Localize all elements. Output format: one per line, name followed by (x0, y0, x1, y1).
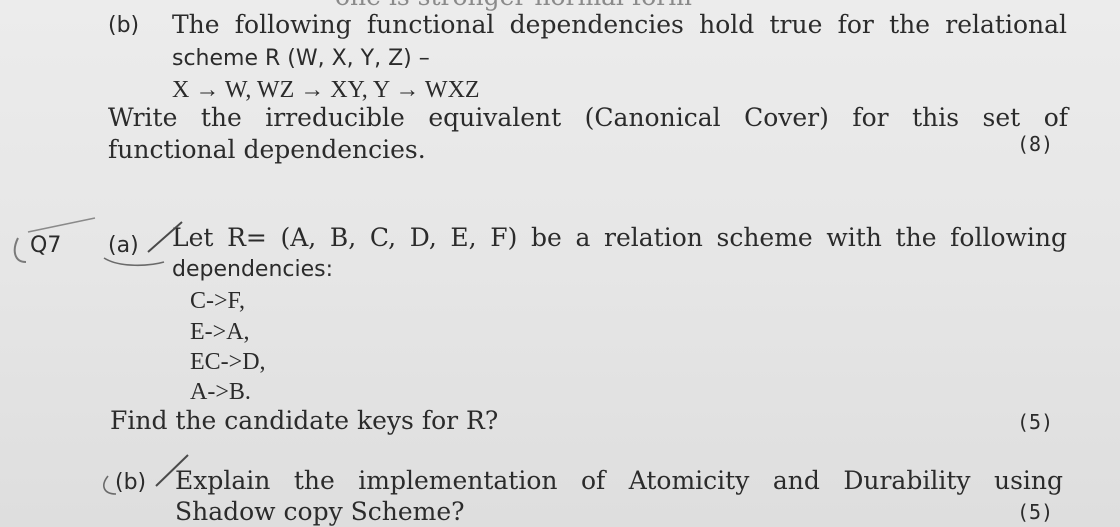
pencil-tick-q7a (147, 221, 183, 253)
pencil-tick-q7b (155, 454, 189, 487)
exam-page: { "top_cut_text": "one is stronger norma… (0, 0, 1120, 527)
pencil-curve-q7 (13, 237, 27, 263)
pencil-line-q7 (27, 217, 96, 233)
pencil-marks (13, 217, 189, 495)
pencil-underline-q7a (103, 257, 165, 267)
pencil-curve-q7b (103, 475, 117, 495)
